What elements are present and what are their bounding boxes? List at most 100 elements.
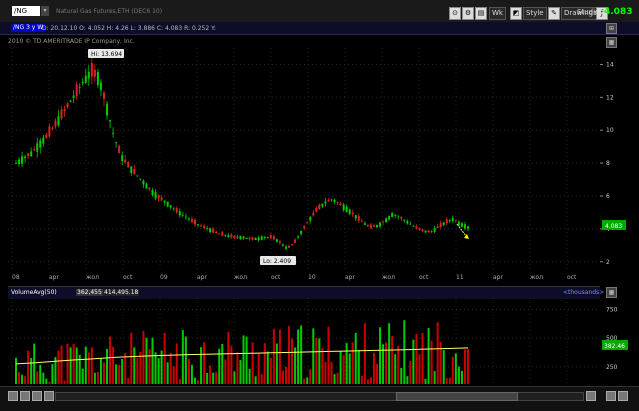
- chart-style-icon[interactable]: ◩: [510, 7, 522, 20]
- candle-body: [397, 216, 400, 218]
- candle-body: [112, 132, 115, 134]
- volume-bar: [221, 343, 224, 384]
- price-chart[interactable]: Hi: 13.694 Lo: 2.409: [8, 48, 600, 270]
- candle-body: [418, 227, 421, 230]
- volume-bar: [379, 327, 382, 384]
- candle-body: [460, 223, 463, 227]
- settings-icon[interactable]: [606, 391, 616, 401]
- layout-icon[interactable]: [618, 391, 628, 401]
- candle-body: [157, 195, 160, 199]
- volume-bar: [63, 380, 66, 384]
- symbol-dropdown-icon[interactable]: ▾: [41, 6, 49, 16]
- candle-body: [309, 217, 312, 221]
- date-tick-label: 09: [160, 274, 168, 281]
- candle-body: [209, 228, 212, 233]
- candle-body: [42, 137, 45, 144]
- candle-body: [39, 140, 42, 148]
- fit-icon[interactable]: [32, 391, 42, 401]
- candle-body: [187, 218, 190, 220]
- candle-body: [254, 238, 257, 240]
- candle-body: [136, 175, 139, 177]
- candle-body: [172, 208, 175, 210]
- scroll-right-icon[interactable]: [586, 391, 596, 401]
- candle-body: [294, 239, 297, 243]
- price-pane-settings-icon[interactable]: ▦: [606, 37, 617, 48]
- candle-body: [394, 214, 397, 216]
- volume-value: 362,455: [76, 289, 103, 296]
- zoom-out-icon[interactable]: [20, 391, 30, 401]
- candle-body: [445, 219, 448, 224]
- volume-bar: [318, 338, 321, 384]
- studies-button[interactable]: Studies: [577, 8, 603, 16]
- volume-bar: [112, 346, 115, 384]
- candle-body: [333, 199, 336, 203]
- series-tag[interactable]: /NG 3 y W: [11, 24, 46, 32]
- drawings-icon[interactable]: ✎: [548, 7, 560, 20]
- volume-bar: [227, 332, 230, 384]
- last-price: 4.083: [604, 7, 633, 17]
- candle-body: [87, 71, 90, 79]
- volume-bar: [451, 356, 454, 384]
- candle-body: [448, 220, 451, 221]
- volume-chart[interactable]: [8, 298, 600, 384]
- volume-bar: [163, 332, 166, 384]
- wk-timeframe-button[interactable]: Wk: [489, 7, 506, 20]
- symbol-input[interactable]: /NG: [12, 6, 40, 16]
- volume-bar: [391, 336, 394, 384]
- candle-body: [439, 222, 442, 227]
- candle-body: [51, 127, 54, 129]
- candle-body: [375, 224, 378, 228]
- candle-body: [318, 204, 321, 210]
- scroll-left-icon[interactable]: [44, 391, 54, 401]
- chart-settings-icon[interactable]: ⚙: [462, 7, 474, 20]
- candle-body: [193, 219, 196, 225]
- zoom-in-icon[interactable]: [8, 391, 18, 401]
- volume-pane-settings-icon[interactable]: ▦: [606, 287, 617, 298]
- link-icon[interactable]: ⊙: [449, 7, 461, 20]
- candle-body: [115, 142, 118, 144]
- volume-bar: [166, 362, 169, 384]
- candle-body: [60, 109, 63, 119]
- print-icon[interactable]: ▤: [475, 7, 487, 20]
- high-label: Hi: 13.694: [88, 49, 124, 58]
- ohlc-readout: D: 20.12.10 O: 4.052 H: 4.26 L: 3.886 C:…: [42, 25, 216, 32]
- volume-bar: [421, 333, 424, 384]
- volume-bar: [357, 349, 360, 384]
- candle-body: [288, 245, 291, 248]
- volume-bar: [118, 365, 121, 384]
- volume-bar: [433, 371, 436, 384]
- candle-body: [163, 200, 166, 203]
- candle-body: [391, 213, 394, 218]
- volume-bar: [442, 350, 445, 384]
- candle-body: [142, 180, 145, 185]
- candle-body: [351, 212, 354, 215]
- candle-body: [33, 149, 36, 151]
- candle-body: [72, 95, 75, 98]
- date-tick-label: жол: [234, 274, 247, 281]
- volume-bar: [24, 376, 27, 384]
- style-button[interactable]: Style: [523, 7, 547, 20]
- candle-body: [90, 63, 93, 77]
- candle-body: [257, 237, 260, 241]
- volume-average-value: 414,495.18: [103, 289, 140, 296]
- volume-bar: [184, 336, 187, 384]
- date-tick-label: 11: [456, 274, 464, 281]
- candle-body: [379, 222, 382, 227]
- volume-bar: [251, 342, 254, 384]
- scrollbar-thumb[interactable]: [396, 392, 518, 401]
- candle-body: [81, 82, 84, 84]
- candle-body: [166, 201, 169, 207]
- volume-study-label[interactable]: VolumeAvg(50): [11, 289, 57, 296]
- candle-body: [181, 214, 184, 216]
- candle-body: [300, 231, 303, 235]
- volume-bar: [275, 343, 278, 384]
- volume-bar: [193, 377, 196, 384]
- volume-units: <thousands>: [563, 289, 605, 296]
- date-axis: 08 apr жол oct 09 apr жол oct 10 apr жол oct 11 apr жо…: [12, 274, 577, 281]
- candle-body: [403, 219, 406, 221]
- expand-icon[interactable]: ⊞: [606, 23, 617, 34]
- candle-body: [118, 145, 121, 154]
- candle-body: [242, 236, 245, 239]
- volume-bar: [51, 364, 54, 384]
- candle-body: [15, 163, 17, 164]
